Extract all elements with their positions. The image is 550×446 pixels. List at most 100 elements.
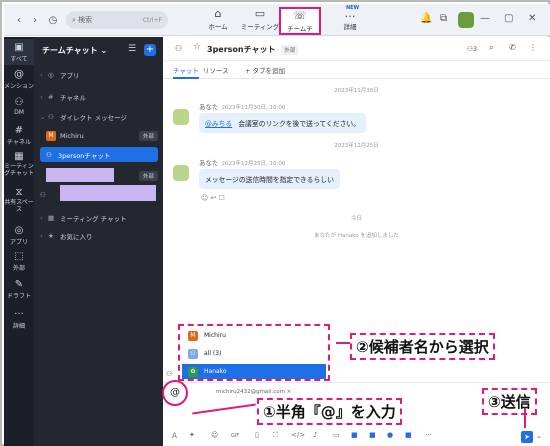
message-time: 2023年12月25日, 16:00 [221,161,286,167]
rail-item-more[interactable]: ··· 詳細 [4,309,34,330]
sidebar-item-redacted-1[interactable]: 外部 [40,168,158,183]
rail-item-external[interactable]: ⬚ 外部 [4,251,34,272]
sidebar-item-3person-chat[interactable]: ⚇ 3personチャット [40,147,158,162]
minimize-icon[interactable]: — [480,13,490,24]
people-icon: ⚇ [175,44,183,53]
sidebar-section-direct[interactable]: ⌄ ⚇ ダイレクト メッセージ [40,109,158,124]
rail-item-apps[interactable]: ◎ アプリ [4,225,34,246]
avatar: M [46,130,56,141]
mention-option-all[interactable]: ⚇ all (3) [182,346,326,361]
forward-icon[interactable]: › [28,13,42,27]
mention-link[interactable]: @みちる [205,120,232,128]
rail-item-mentions[interactable]: @ メンション [4,69,34,90]
tab-more[interactable]: NEW … 詳細 [328,5,372,35]
message-bubble[interactable]: @みちる 会議室のリンクを後で送ってください。 [199,113,366,133]
at-symbol-highlight[interactable]: @ [162,380,188,406]
team-chat-icon: ☏ [293,9,307,22]
annotation-arrow [336,342,350,344]
video-message-icon[interactable]: ▭ [333,431,340,439]
rail-item-drafts[interactable]: ✎ ドラフト [4,279,34,300]
chat-sidebar: チームチャット ⌄ ☰ + › ◎ アプリ › # チャネル ⌄ ⚇ ダイレクト… [34,37,163,446]
channel-header: ⚇ ☆ 3personチャット 外部 ⚇3 ⌕ ✆ ⋮ [163,37,550,61]
external-tag: 外部 [138,170,158,181]
file-icon[interactable]: ▯ [255,431,259,439]
whiteboard-icon[interactable]: ■ [369,431,376,439]
message-bubble[interactable]: メッセージの送信時間を指定できるらしい [199,169,340,189]
maximize-icon[interactable]: ▢ [504,13,513,24]
meeting-icon[interactable]: ● [387,431,393,439]
tab-home[interactable]: ⌂ ホーム [196,7,240,35]
format-icon[interactable]: Ａ [171,431,178,441]
avatar [173,109,189,125]
filter-icon[interactable]: ☰ [128,44,136,54]
more-icon: ··· [14,309,24,320]
tab-add[interactable]: + タブを追加 [245,65,285,75]
today-divider: 今日 [350,216,362,222]
close-icon[interactable]: ✕ [528,13,536,24]
code-icon[interactable]: </> [291,431,305,439]
mention-option-michiru[interactable]: M Michiru [182,328,326,343]
screenshot-icon[interactable]: ⛶ [273,431,278,440]
schedule-icon[interactable]: ■ [405,431,412,439]
emoji-icon[interactable]: ☺ [211,431,218,439]
rail-item-dm[interactable]: ⚇ DM [4,97,34,116]
history-icon[interactable]: ◷ [46,13,60,27]
gif-icon[interactable]: GIF [231,433,239,439]
people-icon: ⚇ [14,97,24,108]
tab-resources[interactable]: リソース [203,65,229,75]
tab-meetings[interactable]: ▭ ミーティング [238,7,282,35]
shared-space-icon: ⧖ [15,187,23,198]
sidebar-item-michiru[interactable]: M Michiru 外部 [40,128,158,143]
send-button[interactable]: ➤ [521,431,533,443]
window-icon[interactable]: ⧉ [440,13,447,24]
people-icon: ⚇ [46,150,52,159]
member-count[interactable]: ⚇3 [467,45,477,53]
rail-item-all[interactable]: ▣ すべて [4,39,34,65]
chat-bubble-icon: ▣ [14,42,24,53]
tab-chat[interactable]: チャット [173,65,199,79]
avatar: ✿ [188,366,198,377]
chevron-right-icon: › [40,92,43,101]
people-icon: ⚇ [166,370,173,378]
composer-toolbar: Ａ ✦ ☺ GIF ▯ ⛶ </> ♪ ▭ ■ ■ ● ■ ··· [163,428,550,446]
search-input[interactable]: ⌕ 検索 Ctrl+F [66,11,168,29]
reaction-icons[interactable]: ☺ ↩ ☐ [201,194,225,202]
annotation-step2: ②候補者名から選択 [350,333,495,360]
annotation-step3: ③送信 [482,388,537,415]
search-icon[interactable]: ⌕ [489,43,493,53]
mention-option-hanako[interactable]: ✿ Hanako [182,364,326,379]
channel-title[interactable]: 3personチャット 外部 [207,44,299,55]
star-icon[interactable]: ☆ [193,42,201,52]
apps-icon: ◎ [48,70,54,79]
annotation-arrow [524,408,526,428]
recipient-chip[interactable]: michiru2432@gmail.com × [216,389,291,395]
sparkle-icon[interactable]: ✦ [189,431,195,439]
sidebar-section-meeting-chat[interactable]: › ▦ ミーティング チャット [40,210,158,225]
new-chat-button[interactable]: + [144,44,156,56]
sidebar-title[interactable]: チームチャット ⌄ [42,45,107,56]
date-divider: 2023年11月30日 [334,88,379,94]
avatar[interactable] [458,12,474,28]
tab-team-chat[interactable]: ☏ チームチャ... [279,7,321,43]
phone-icon[interactable]: ✆ [509,43,516,52]
note-icon[interactable]: ■ [351,431,358,439]
hash-icon: # [14,125,24,136]
chevron-down-icon[interactable]: ⌄ [536,432,542,440]
sidebar-section-channels[interactable]: › # チャネル [40,89,158,104]
calendar-icon: ▦ [48,213,55,222]
rail-item-channels[interactable]: # チャネル [4,125,34,146]
rail-item-meeting-chat[interactable]: ▦ ミーティングチャット [4,151,34,177]
left-rail: ▣ すべて @ メンション ⚇ DM # チャネル ▦ ミーティングチャット ⧖… [4,37,34,446]
sidebar-section-favorites[interactable]: › ★ お気に入り [40,228,158,243]
notification-icon[interactable]: 🔔 [420,13,432,24]
rail-item-shared-spaces[interactable]: ⧖ 共有スペース [4,187,34,213]
settings-icon[interactable]: ⋮ [529,43,537,52]
message-time: 2023年11月30日, 16:00 [221,105,286,111]
more-icon[interactable]: ··· [425,431,432,439]
star-icon: ★ [48,231,54,240]
sidebar-section-apps[interactable]: › ◎ アプリ [40,67,158,82]
message-sender: あなた 2023年12月25日, 16:00 [199,159,286,167]
sidebar-item-redacted-2[interactable]: ⚇ [40,185,158,202]
back-icon[interactable]: ‹ [12,13,26,27]
audio-icon[interactable]: ♪ [313,431,317,439]
